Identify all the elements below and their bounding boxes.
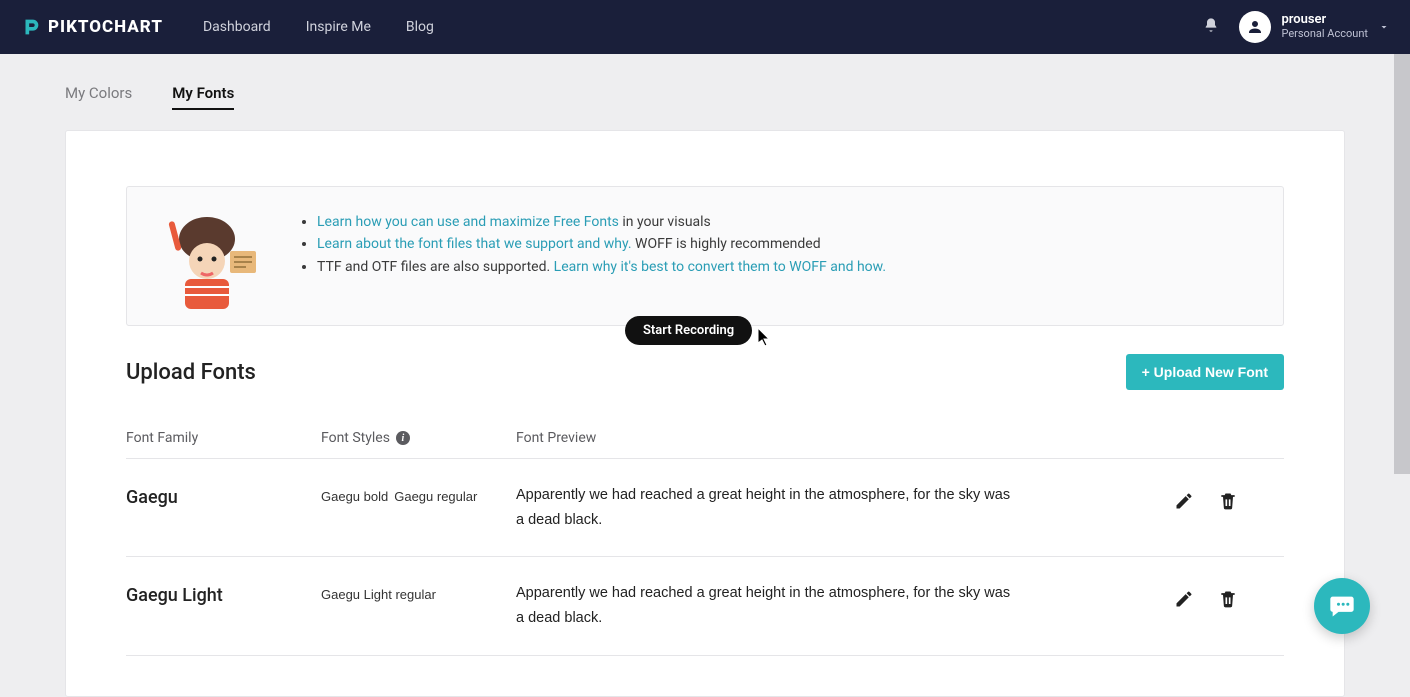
info-list: Learn how you can use and maximize Free … xyxy=(297,201,886,311)
trash-icon[interactable] xyxy=(1218,589,1238,613)
nav-inspire-me[interactable]: Inspire Me xyxy=(306,19,371,35)
font-family-name: Gaegu xyxy=(126,483,321,508)
notifications-icon[interactable] xyxy=(1203,17,1219,37)
table-row: Gaegu Light Gaegu Light regular Apparent… xyxy=(126,557,1284,655)
nav-dashboard[interactable]: Dashboard xyxy=(203,19,271,35)
chat-launcher[interactable] xyxy=(1314,578,1370,634)
section-title: Upload Fonts xyxy=(126,360,256,385)
info-item-1: Learn how you can use and maximize Free … xyxy=(317,211,886,233)
user-menu[interactable]: prouser Personal Account xyxy=(1239,11,1390,43)
scrollbar-thumb[interactable] xyxy=(1394,54,1410,474)
edit-icon[interactable] xyxy=(1174,589,1194,613)
chat-icon xyxy=(1328,592,1356,620)
font-styles: Gaegu bold Gaegu regular xyxy=(321,483,516,508)
row-actions xyxy=(1174,581,1284,613)
start-recording-tooltip[interactable]: Start Recording xyxy=(625,316,752,345)
row-actions xyxy=(1174,483,1284,515)
table-header: Font Family Font Styles i Font Preview xyxy=(126,390,1284,459)
trash-icon[interactable] xyxy=(1218,491,1238,515)
tab-my-fonts[interactable]: My Fonts xyxy=(172,84,234,110)
font-preview: Apparently we had reached a great height… xyxy=(516,483,1016,532)
font-styles: Gaegu Light regular xyxy=(321,581,516,606)
col-font-styles: Font Styles i xyxy=(321,430,516,446)
chevron-down-icon xyxy=(1378,18,1390,37)
info-link-free-fonts[interactable]: Learn how you can use and maximize Free … xyxy=(317,214,619,230)
nav-right: prouser Personal Account xyxy=(1203,11,1390,43)
upload-new-font-button[interactable]: + Upload New Font xyxy=(1126,354,1284,390)
info-illustration xyxy=(147,201,267,311)
logo-icon xyxy=(20,16,42,38)
info-link-supported-files[interactable]: Learn about the font files that we suppo… xyxy=(317,236,632,252)
info-icon[interactable]: i xyxy=(396,431,410,445)
col-font-preview: Font Preview xyxy=(516,430,1174,446)
user-account: Personal Account xyxy=(1281,28,1368,41)
brand-text: PIKTOCHART xyxy=(48,17,163,37)
main-card: Learn how you can use and maximize Free … xyxy=(65,130,1345,697)
top-nav: PIKTOCHART Dashboard Inspire Me Blog pro… xyxy=(0,0,1410,54)
nav-blog[interactable]: Blog xyxy=(406,19,434,35)
tabs: My Colors My Fonts xyxy=(0,54,1410,120)
avatar-icon xyxy=(1239,11,1271,43)
edit-icon[interactable] xyxy=(1174,491,1194,515)
info-link-convert-woff[interactable]: Learn why it's best to convert them to W… xyxy=(554,259,886,275)
table-row: Gaegu Gaegu bold Gaegu regular Apparentl… xyxy=(126,459,1284,557)
info-item-2: Learn about the font files that we suppo… xyxy=(317,233,886,255)
font-family-name: Gaegu Light xyxy=(126,581,321,606)
info-box: Learn how you can use and maximize Free … xyxy=(126,186,1284,326)
info-item-3: TTF and OTF files are also supported. Le… xyxy=(317,256,886,278)
nav-links: Dashboard Inspire Me Blog xyxy=(203,19,434,35)
user-text: prouser Personal Account xyxy=(1281,13,1368,41)
col-font-family: Font Family xyxy=(126,430,321,446)
tab-my-colors[interactable]: My Colors xyxy=(65,84,132,110)
user-name: prouser xyxy=(1281,13,1368,28)
section-header: Upload Fonts + Upload New Font xyxy=(126,354,1284,390)
brand-logo[interactable]: PIKTOCHART xyxy=(20,16,163,38)
font-preview: Apparently we had reached a great height… xyxy=(516,581,1016,630)
